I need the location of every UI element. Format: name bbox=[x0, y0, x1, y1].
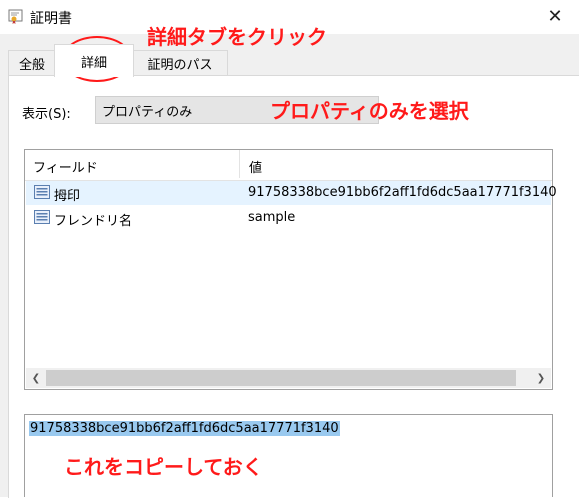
column-header-field[interactable]: フィールド bbox=[33, 157, 98, 176]
annotation-click-details-tab: 詳細タブをクリック bbox=[147, 25, 327, 49]
column-header-value[interactable]: 値 bbox=[249, 157, 262, 176]
chevron-left-icon: ❮ bbox=[31, 372, 41, 384]
list-row-thumbprint[interactable]: 拇印 91758338bce91bb6f2aff1fd6dc5aa17771f3… bbox=[26, 181, 557, 205]
show-label: 表示(S): bbox=[22, 107, 71, 122]
close-icon: ✕ bbox=[547, 5, 563, 27]
tab-details[interactable]: 詳細 bbox=[54, 44, 134, 77]
scroll-left-button[interactable]: ❮ bbox=[26, 368, 46, 388]
certificate-field-icon bbox=[34, 185, 50, 199]
scroll-right-button[interactable]: ❯ bbox=[531, 368, 551, 388]
field-name: フレンドリ名 bbox=[54, 214, 133, 229]
tab-general[interactable]: 全般 bbox=[8, 50, 56, 75]
column-divider[interactable] bbox=[239, 150, 240, 178]
list-header bbox=[25, 150, 552, 181]
tab-certification-path[interactable]: 証明のパス bbox=[132, 50, 228, 75]
certificate-icon bbox=[8, 9, 23, 24]
field-value: 91758338bce91bb6f2aff1fd6dc5aa17771f3140 bbox=[248, 185, 557, 200]
annotation-copy-this: これをコピーしておく bbox=[64, 455, 263, 479]
list-row-friendly-name[interactable]: フレンドリ名 sample bbox=[26, 206, 551, 230]
close-button[interactable]: ✕ bbox=[540, 2, 570, 30]
window-title: 証明書 bbox=[30, 11, 72, 27]
annotation-select-properties-only: プロパティのみを選択 bbox=[270, 99, 469, 123]
field-name: 拇印 bbox=[54, 189, 81, 204]
field-value: sample bbox=[248, 210, 296, 225]
selected-value-text[interactable]: 91758338bce91bb6f2aff1fd6dc5aa17771f3140 bbox=[29, 421, 340, 436]
chevron-right-icon: ❯ bbox=[536, 372, 546, 384]
show-dropdown-value: プロパティのみ bbox=[102, 104, 193, 120]
certificate-field-icon bbox=[34, 210, 50, 224]
scrollbar-thumb[interactable] bbox=[46, 370, 516, 386]
